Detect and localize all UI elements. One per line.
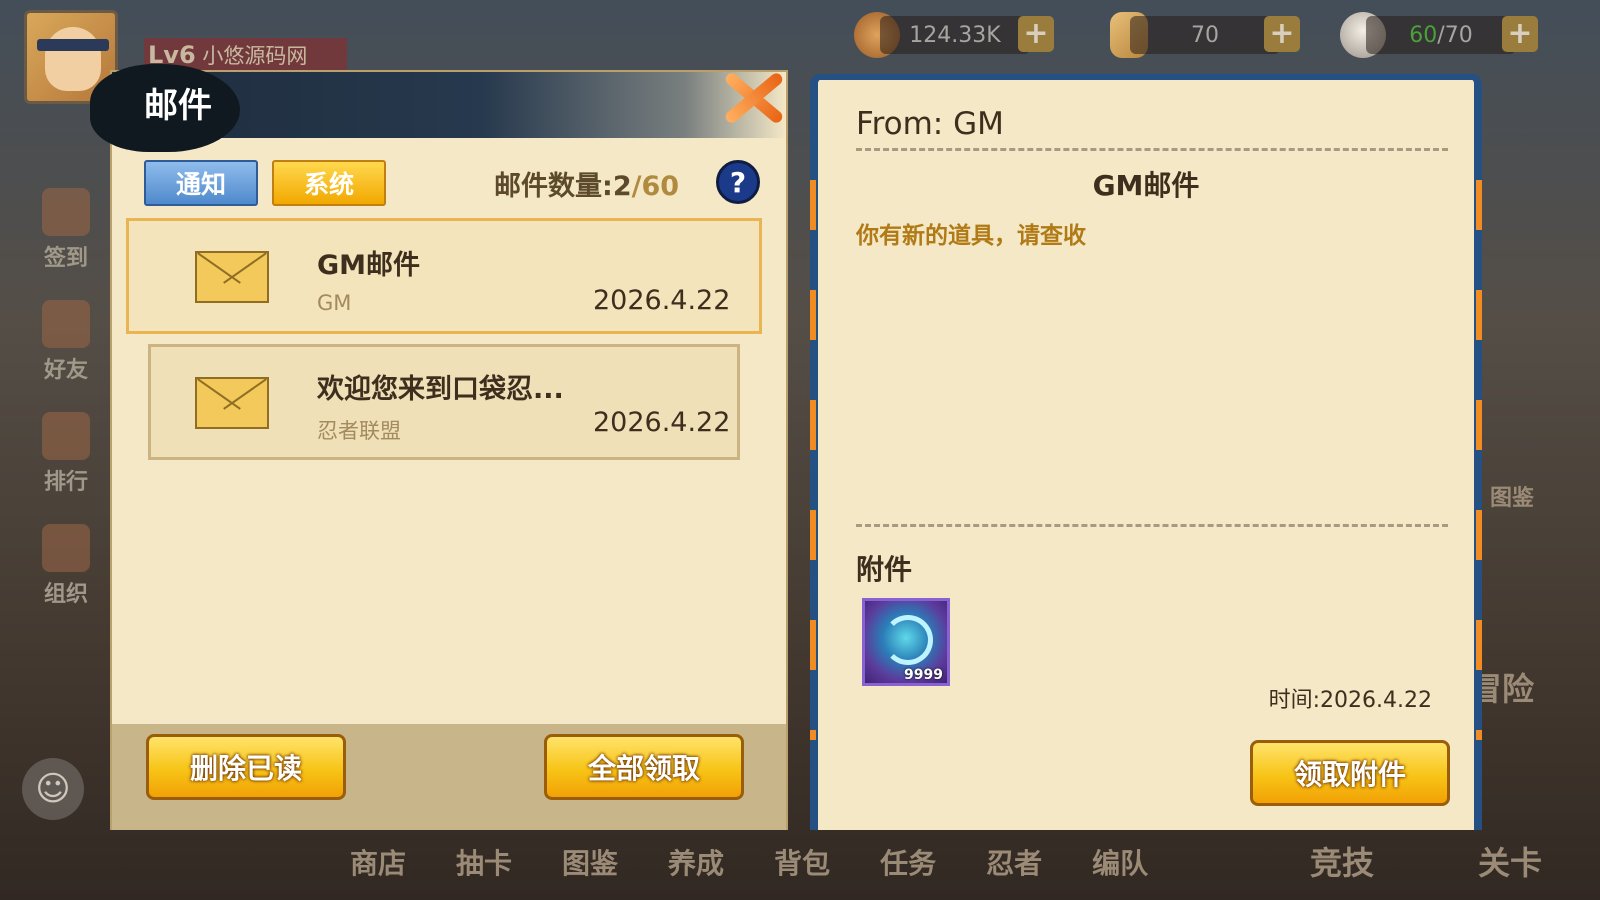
mail-count-label: 邮件数量: [494,171,613,202]
mail-from: From: GM [856,106,1004,142]
divider [856,524,1448,527]
sidebar-label: 签到 [43,246,88,271]
mail-sender: GM [317,291,352,315]
sidebar-item-ranking[interactable]: 排行 [34,412,98,496]
mail-list-item[interactable]: 欢迎您来到口袋忍... 忍者联盟 2026.4.22 [148,344,740,460]
delete-read-button[interactable]: 删除已读 [146,734,346,800]
bottom-nav: 商店 抽卡 图鉴 养成 背包 任务 忍者 编队 [350,842,1148,882]
mail-count: 邮件数量:2/60 [494,164,679,203]
attachment-label: 附件 [856,553,913,586]
mail-subject: GM邮件 [317,250,421,281]
mail-date: 2026.4.22 [593,407,731,438]
trophy-icon [42,412,90,460]
help-icon[interactable]: ? [716,160,760,204]
add-stamina-button[interactable]: + [1502,16,1538,52]
tab-system[interactable]: 系统 [272,160,386,206]
mail-list-item[interactable]: GM邮件 GM 2026.4.22 [126,218,762,334]
scroll-amount: 70 [1130,16,1280,54]
mail-count-max: /60 [631,171,680,202]
sidebar-item-friends[interactable]: 好友 [34,300,98,384]
tab-notice[interactable]: 通知 [144,160,258,206]
nav-arena[interactable]: 竞技 [1310,838,1374,884]
envelope-icon [195,251,269,303]
stamina-amount: 60/70 [1366,16,1516,54]
close-icon[interactable] [717,62,787,132]
nav-gacha[interactable]: 抽卡 [456,842,512,882]
stamina-current: 60 [1409,22,1438,48]
attachment-item[interactable]: 9999 [862,598,950,686]
detail-body: 你有新的道具，请查收 [856,223,1086,249]
add-coin-button[interactable]: + [1018,16,1054,52]
sidebar-label: 组织 [43,582,88,607]
nav-shop[interactable]: 商店 [350,842,406,882]
sidebar-item-checkin[interactable]: 签到 [34,188,98,272]
sidebar-label: 排行 [43,470,88,495]
claim-attachment-button[interactable]: 领取附件 [1250,740,1450,806]
mail-date: 2026.4.22 [593,285,731,316]
attachment-quantity: 9999 [904,667,943,683]
nav-cultivate[interactable]: 养成 [668,842,724,882]
calendar-icon [42,188,90,236]
envelope-icon [195,377,269,429]
nav-formation[interactable]: 编队 [1092,842,1148,882]
claim-all-button[interactable]: 全部领取 [544,734,744,800]
sidebar-item-guild[interactable]: 组织 [34,524,98,608]
stamina-max: /70 [1437,22,1473,48]
nav-bag[interactable]: 背包 [774,842,830,882]
mail-title: 邮件 [144,86,212,126]
player-name: 小悠源码网 [202,44,308,68]
detail-title: GM邮件 [1092,169,1200,202]
chat-icon[interactable]: ☺ [22,758,84,820]
nav-stage[interactable]: 关卡 [1478,838,1542,884]
nav-ninja[interactable]: 忍者 [986,842,1042,882]
friends-icon [42,300,90,348]
mail-count-current: 2 [612,171,632,202]
mail-subject: 欢迎您来到口袋忍... [317,374,564,405]
add-scroll-button[interactable]: + [1264,16,1300,52]
mail-sender: 忍者联盟 [317,419,401,443]
nav-gallery[interactable]: 图鉴 [562,842,618,882]
detail-time: 时间:2026.4.22 [1268,688,1432,713]
gallery-label: 图鉴 [1489,486,1534,511]
avatar-headband [37,39,109,51]
avatar-face [45,27,101,91]
mail-detail-panel: From: GM GM邮件 你有新的道具，请查收 附件 9999 时间:2026… [810,74,1482,830]
sidebar-label: 好友 [43,358,88,383]
sidebar-item-gallery[interactable]: 图鉴 [1480,480,1544,512]
mail-panel: 邮件 通知 系统 邮件数量:2/60 ? GM邮件 GM 2026.4.22 欢… [90,64,788,830]
coin-amount: 124.33K [880,16,1030,54]
chakra-swirl-icon [883,615,933,665]
guild-icon [42,524,90,572]
divider [856,148,1448,151]
nav-quest[interactable]: 任务 [880,842,936,882]
